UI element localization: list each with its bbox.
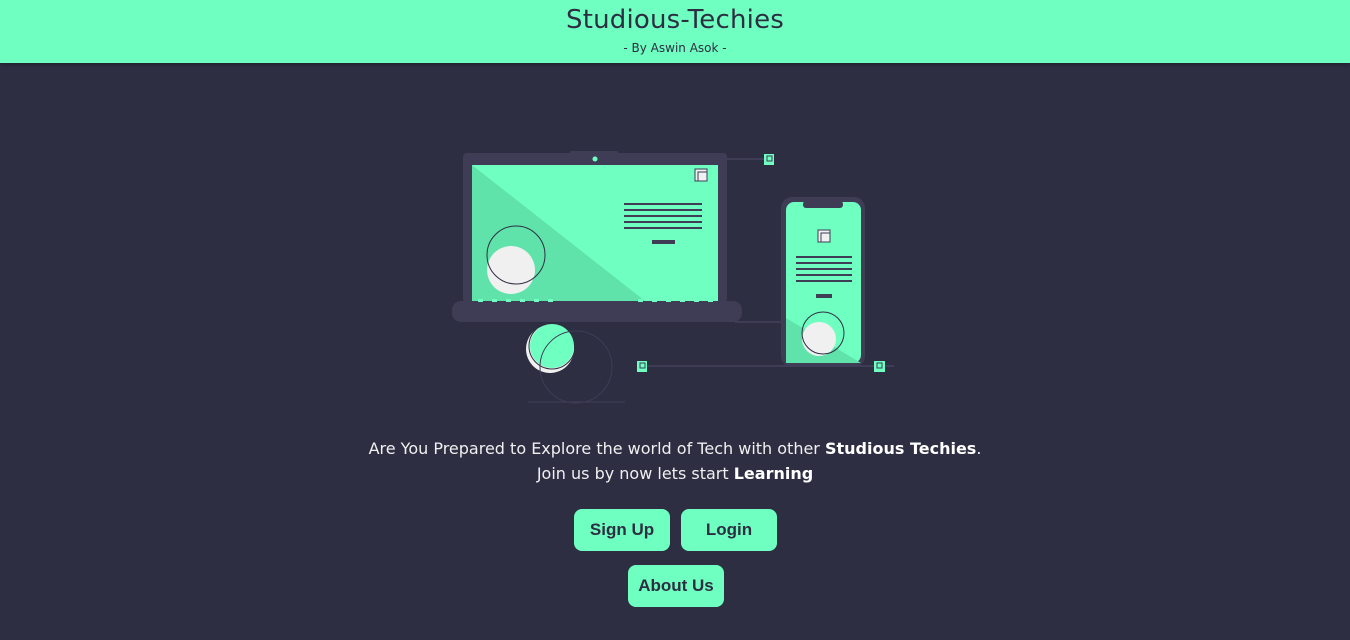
sign-up-button[interactable]: Sign Up (574, 509, 670, 551)
tagline: Are You Prepared to Explore the world of… (0, 436, 1350, 486)
about-us-button[interactable]: About Us (628, 565, 724, 607)
site-header: Studious-Techies - By Aswin Asok - (0, 0, 1350, 63)
laptop-and-phone-illustration-icon (450, 148, 900, 408)
login-button[interactable]: Login (681, 509, 777, 551)
tagline-learning-highlight: Learning (733, 464, 814, 483)
tagline-line-1: Are You Prepared to Explore the world of… (0, 436, 1350, 461)
tagline-line-1-text: Are You Prepared to Explore the world of… (368, 439, 825, 458)
tagline-brand-highlight: Studious Techies (824, 439, 977, 458)
tagline-line-2: Join us by now lets start Learning (0, 461, 1350, 486)
site-title: Studious-Techies (565, 5, 785, 35)
site-subtitle: - By Aswin Asok - (623, 41, 727, 55)
tagline-line-2-text: Join us by now lets start (536, 464, 734, 483)
tagline-line-1-end: . (976, 439, 982, 458)
